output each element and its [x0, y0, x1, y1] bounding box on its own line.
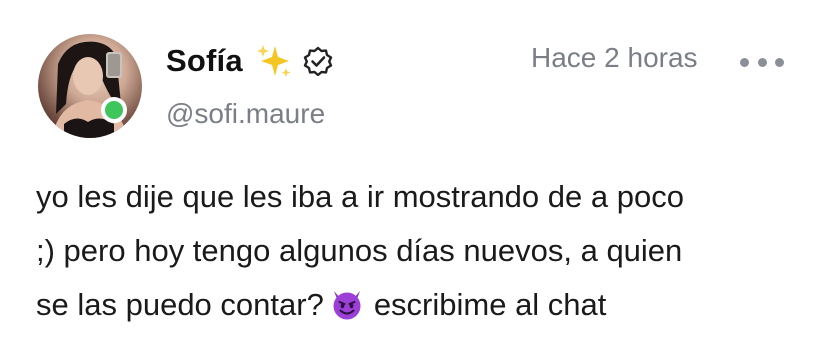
post-body-line: se las puedo contar? escribime al chat — [36, 278, 806, 332]
post-body-text: escribime al chat — [373, 287, 607, 322]
post-body-line: yo les dije que les iba a ir mostrando d… — [36, 179, 684, 214]
avatar-photo — [52, 41, 128, 138]
username[interactable]: @sofi.maure — [166, 98, 325, 130]
avatar[interactable] — [38, 34, 142, 138]
more-options-icon-dot — [757, 57, 767, 67]
sparkles-icon — [255, 42, 293, 80]
avatar-container[interactable] — [38, 34, 142, 138]
post-body: yo les dije que les iba a ir mostrando d… — [36, 170, 806, 332]
post-body-text: se las puedo contar? — [36, 287, 324, 322]
online-status-dot — [101, 97, 127, 123]
social-post: Sofía @sofi.maure Hace 2 horas yo les di… — [0, 0, 818, 340]
post-timestamp: Hace 2 horas — [531, 42, 698, 73]
more-options-icon-dot — [775, 57, 784, 67]
post-body-line: ;) pero hoy tengo algunos días nuevos, a… — [36, 233, 683, 268]
display-name[interactable]: Sofía — [166, 43, 243, 79]
verified-badge-icon — [303, 46, 333, 77]
post-header: Sofía — [166, 41, 333, 81]
smiling-devil-emoji — [330, 284, 364, 320]
more-options-icon-dot — [740, 57, 749, 67]
more-options-button[interactable] — [740, 50, 784, 74]
